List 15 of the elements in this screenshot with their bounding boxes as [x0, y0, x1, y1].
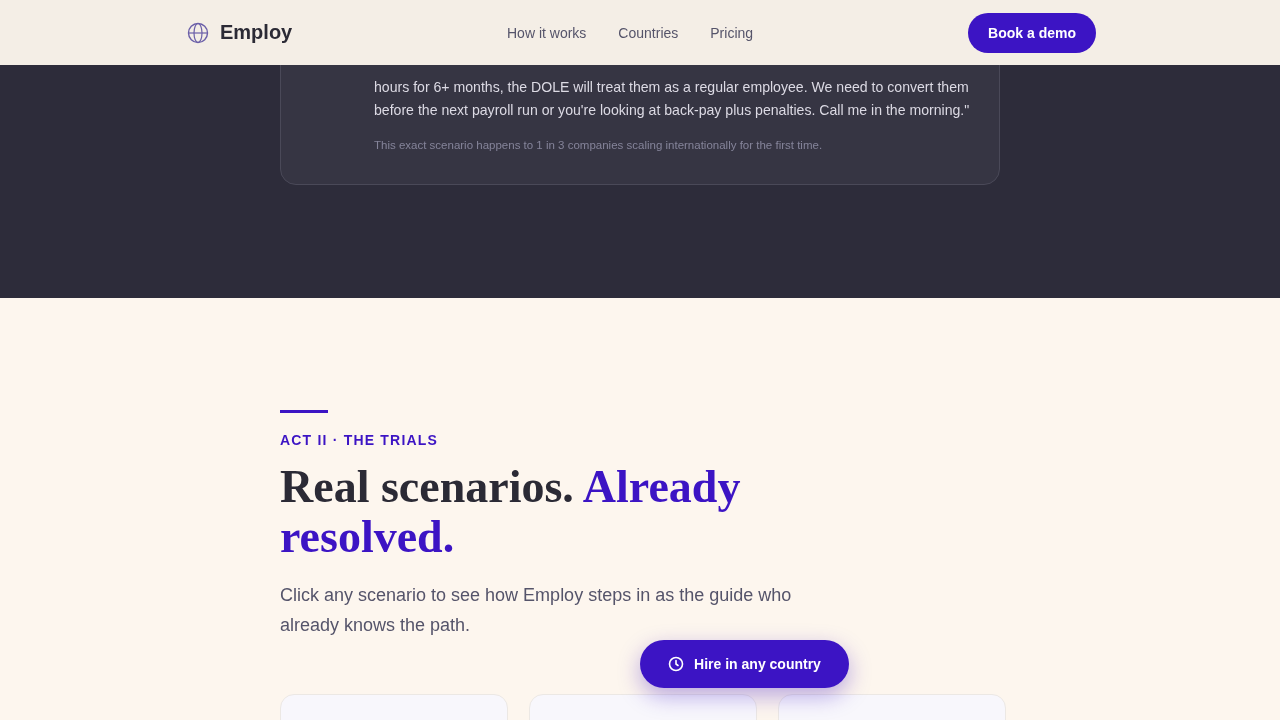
quote-text: before the next payroll run or you're looking at back-pay plus penalties. Call me in the morning." — [374, 101, 970, 120]
section-eyebrow: ACT II · THE TRIALS — [280, 432, 440, 448]
intro-text: Click any scenario to see how Employ steps in as the guide who already knows the path. — [280, 584, 793, 637]
quote-text: hours for 6+ months, the DOLE will treat them as a regular employee. We need to convert them — [374, 78, 969, 97]
hire-button[interactable]: Hire in any country — [640, 640, 849, 688]
footnote-text: This exact scenario happens to 1 in 3 companies scaling internationally for the first time. — [374, 138, 824, 153]
brand-name[interactable]: Employ — [220, 21, 293, 44]
nav-link[interactable]: Pricing — [710, 24, 754, 41]
accent-rule — [280, 410, 328, 413]
nav-link[interactable]: Countries — [618, 24, 679, 41]
nav-link[interactable]: How it works — [507, 24, 587, 41]
globe-icon — [187, 21, 209, 44]
clock-icon — [668, 656, 685, 672]
book-demo-button[interactable]: Book a demo — [968, 12, 1096, 53]
section-heading: Real scenarios. Already resolved. — [280, 462, 742, 562]
